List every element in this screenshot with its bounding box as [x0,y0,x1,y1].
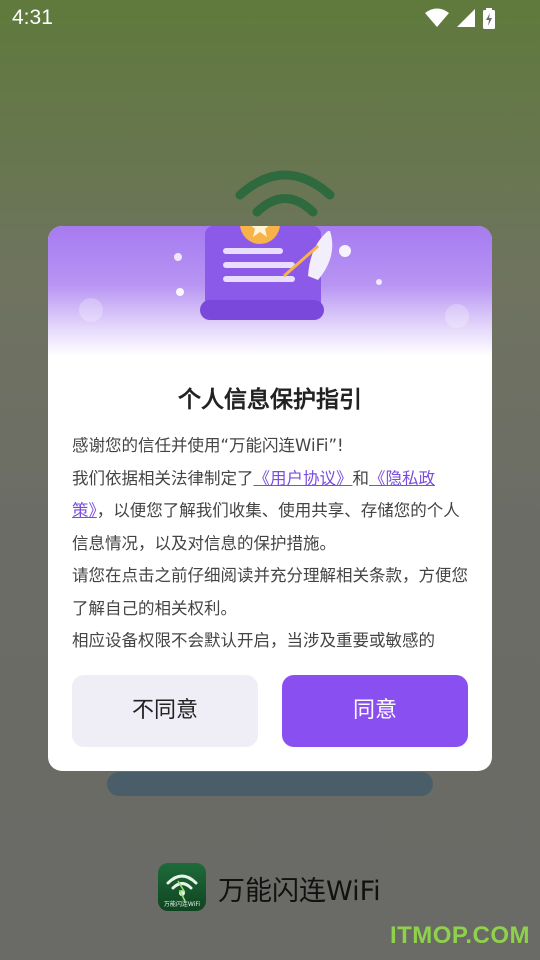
status-bar: 4:31 [0,0,540,36]
dialog-title: 个人信息保护指引 [178,387,362,413]
intro-text: 感谢您的信任并使用“万能闪连WiFi”! [72,436,344,455]
privacy-dialog: 个人信息保护指引 感谢您的信任并使用“万能闪连WiFi”! 我们依据相关法律制定… [48,226,492,771]
agreement-prefix: 我们依据相关法律制定了 [72,468,254,488]
agreement-and: 和 [352,468,370,488]
status-icons [424,8,500,29]
status-time: 4:31 [12,6,53,29]
user-agreement-link[interactable]: 《用户协议》 [254,469,353,488]
dialog-header-illustration [48,226,492,356]
disagree-button[interactable]: 不同意 [72,675,258,747]
app-name: 万能闪连WiFi [218,876,381,907]
read-terms-text: 请您在点击之前仔细阅读并充分理解相关条款，方便您了解自己的相关权利。 [72,566,468,618]
agreement-paragraph: 我们依据相关法律制定了《用户协议》和《隐私政策》，以便您了解我们收集、使用共享、… [72,463,470,561]
cell-signal-icon [457,9,475,27]
agree-button[interactable]: 同意 [282,675,468,747]
splash-progress-bar [107,772,433,796]
battery-icon [483,8,495,29]
document-quill-icon [79,226,469,328]
app-logo: 万能闪连WiFi [158,863,206,911]
wifi-signal-icon [425,8,449,27]
app-logo-label: 万能闪连WiFi [163,901,201,908]
dialog-body: 感谢您的信任并使用“万能闪连WiFi”! 我们依据相关法律制定了《用户协议》和《… [72,430,470,652]
agreement-suffix: ，以便您了解我们收集、使用共享、存储您的个人信息情况，以及对信息的保护措施。 [72,501,460,553]
watermark: ITMOP.COM [389,922,530,949]
permissions-text: 相应设备权限不会默认开启，当涉及重要或敏感的 [72,631,435,650]
